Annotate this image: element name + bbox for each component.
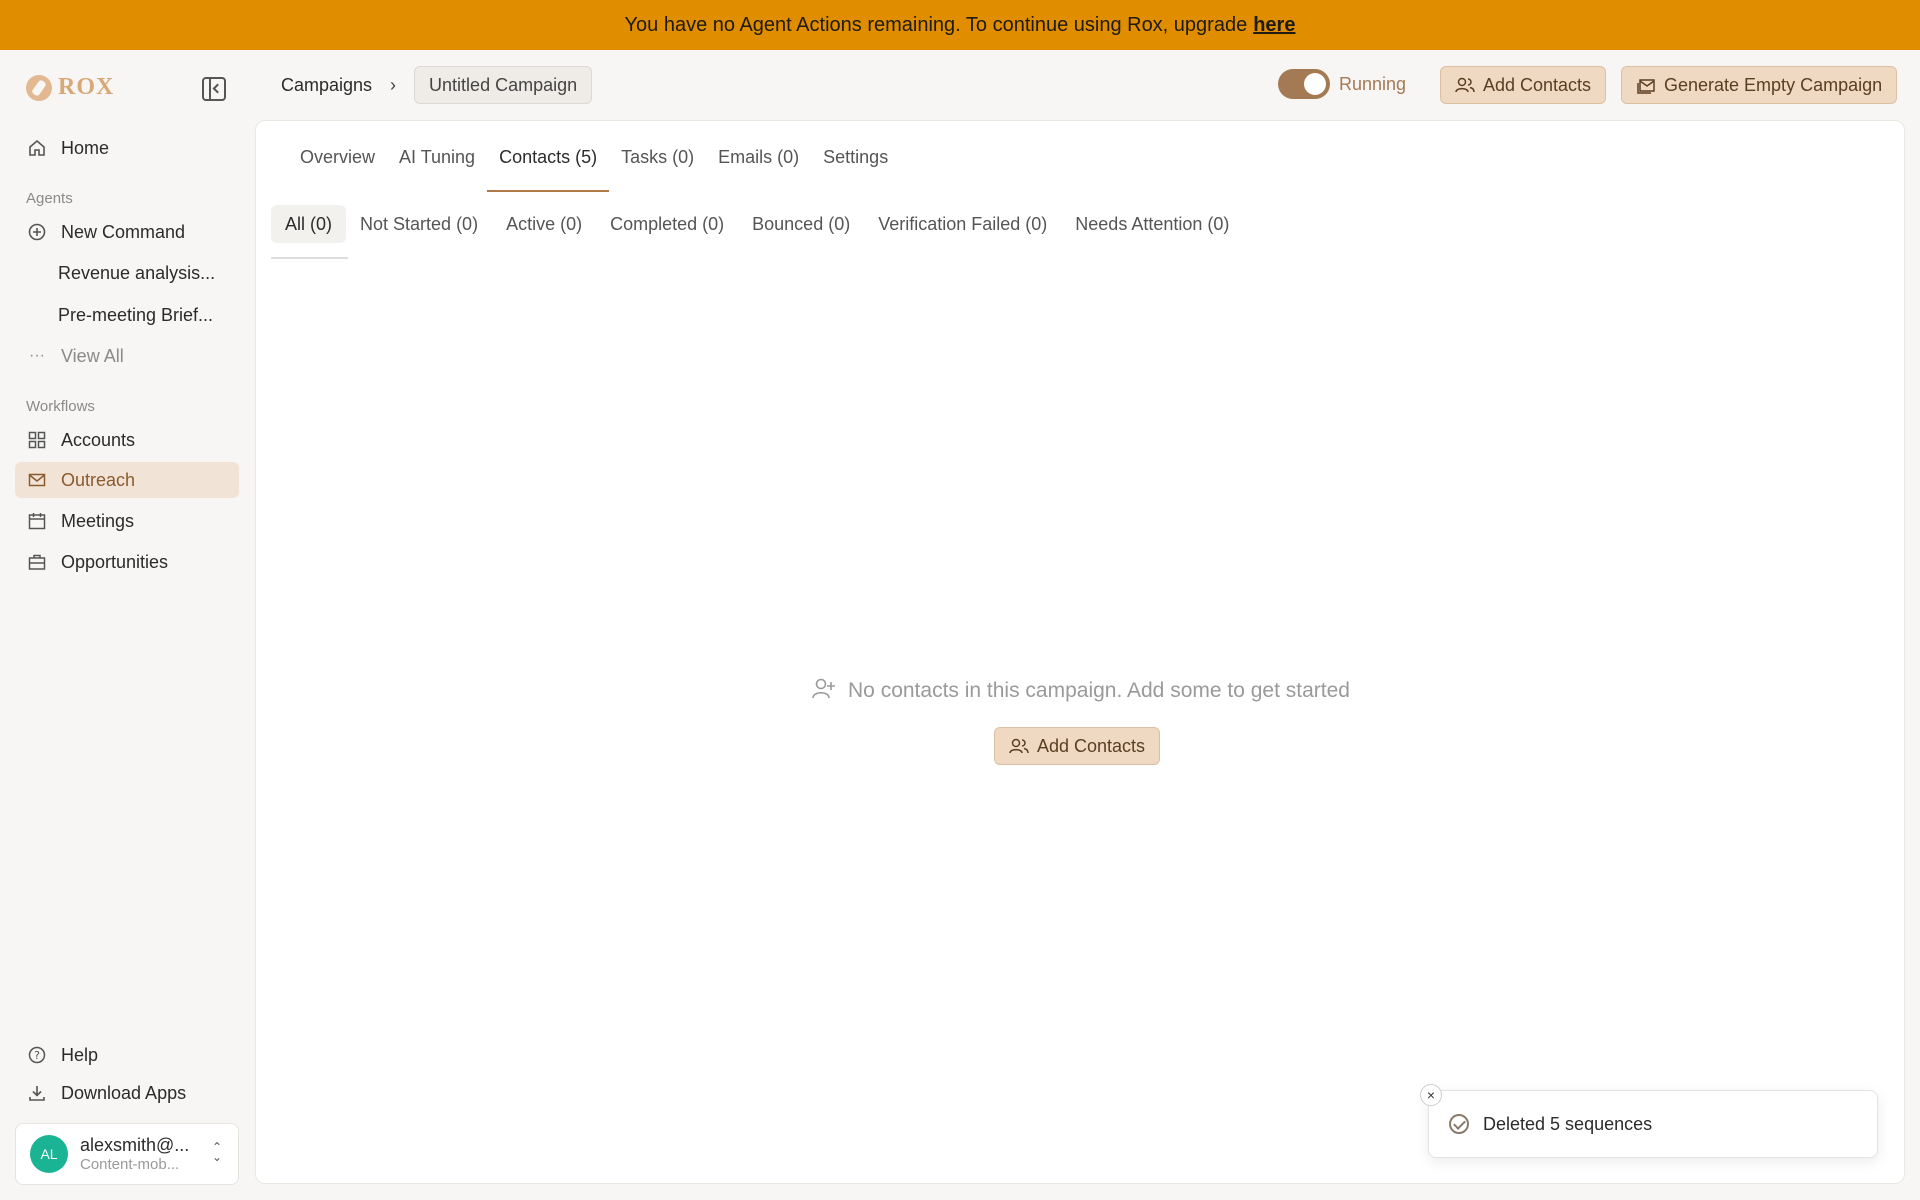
user-email: alexsmith@... xyxy=(80,1135,190,1156)
logo-text: ROX xyxy=(58,74,115,100)
grid-icon xyxy=(27,430,47,450)
sidebar-item-opportunities[interactable]: Opportunities xyxy=(15,544,239,580)
help-icon: ? xyxy=(27,1045,47,1065)
sidebar-item-label: Revenue analysis... xyxy=(58,262,216,283)
sidebar-item-meetings[interactable]: Meetings xyxy=(15,503,239,539)
generate-label: Generate Empty Campaign xyxy=(1664,74,1883,95)
user-info: alexsmith@... Content-mob... xyxy=(80,1135,189,1173)
sidebar-item-recent-brief[interactable]: Pre-meeting Brief... xyxy=(15,297,239,333)
sidebar-item-download[interactable]: Download Apps xyxy=(15,1075,239,1111)
tab-overview[interactable]: Overview xyxy=(288,147,387,183)
sidebar-item-view-all[interactable]: ··· View All xyxy=(15,338,239,374)
sidebar-item-label: Download Apps xyxy=(61,1082,187,1103)
filter-not-started[interactable]: Not Started (0) xyxy=(346,205,492,243)
add-contacts-label: Add Contacts xyxy=(1483,74,1592,95)
rox-logo-icon xyxy=(26,74,52,101)
sidebar-item-label: View All xyxy=(61,345,124,366)
filter-verification-failed[interactable]: Verification Failed (0) xyxy=(864,205,1061,243)
filter-needs-attention[interactable]: Needs Attention (0) xyxy=(1061,205,1243,243)
collapse-sidebar-icon[interactable] xyxy=(202,77,226,101)
filter-completed[interactable]: Completed (0) xyxy=(596,205,738,243)
main-panel: Overview AI Tuning Contacts (5) Tasks (0… xyxy=(255,120,1905,1184)
running-toggle[interactable] xyxy=(1278,69,1330,99)
campaign-tabs: Overview AI Tuning Contacts (5) Tasks (0… xyxy=(288,147,900,192)
filter-active[interactable]: Active (0) xyxy=(492,205,596,243)
filter-all[interactable]: All (0) xyxy=(271,205,347,243)
home-icon xyxy=(27,138,47,158)
upgrade-link[interactable]: here xyxy=(1253,14,1295,37)
toast-message: Deleted 5 sequences xyxy=(1483,1113,1653,1134)
breadcrumb: Campaigns › Untitled Campaign xyxy=(281,66,593,104)
banner-text: You have no Agent Actions remaining. To … xyxy=(624,13,1248,36)
close-icon[interactable]: × xyxy=(1420,1084,1442,1106)
add-user-icon xyxy=(812,677,836,705)
sidebar: ROX Home Agents New Command Revenue anal… xyxy=(0,50,254,1200)
sidebar-item-label: Opportunities xyxy=(61,551,169,572)
sidebar-item-help[interactable]: ? Help xyxy=(15,1037,239,1073)
generate-empty-campaign-button[interactable]: Generate Empty Campaign xyxy=(1621,66,1898,104)
sidebar-item-label: Help xyxy=(61,1044,99,1065)
mail-stack-icon xyxy=(1636,76,1656,94)
empty-state-message: No contacts in this campaign. Add some t… xyxy=(848,679,1350,702)
toast-notification: Deleted 5 sequences xyxy=(1428,1090,1878,1158)
calendar-icon xyxy=(27,511,47,531)
download-icon xyxy=(27,1083,47,1103)
sidebar-item-label: Meetings xyxy=(61,510,135,531)
add-contacts-label: Add Contacts xyxy=(1037,735,1146,756)
chevron-right-icon: › xyxy=(390,74,397,95)
sidebar-item-label: Outreach xyxy=(61,469,136,490)
tab-ai-tuning[interactable]: AI Tuning xyxy=(387,147,487,183)
tab-contacts[interactable]: Contacts (5) xyxy=(487,147,610,192)
plus-circle-icon xyxy=(27,222,47,242)
filter-underline xyxy=(271,257,348,259)
sidebar-item-label: New Command xyxy=(61,221,186,242)
filter-bounced[interactable]: Bounced (0) xyxy=(738,205,864,243)
mail-icon xyxy=(27,470,47,490)
briefcase-icon xyxy=(27,552,47,572)
users-icon xyxy=(1455,76,1475,94)
workflows-section-label: Workflows xyxy=(26,398,95,415)
agents-section-label: Agents xyxy=(26,190,73,207)
sidebar-item-home[interactable]: Home xyxy=(15,130,239,166)
empty-add-contacts-button[interactable]: Add Contacts xyxy=(994,727,1161,765)
sidebar-item-label: Pre-meeting Brief... xyxy=(58,304,214,325)
add-contacts-button[interactable]: Add Contacts xyxy=(1440,66,1607,104)
check-circle-icon xyxy=(1449,1114,1469,1134)
user-org: Content-mob... xyxy=(80,1155,180,1173)
sidebar-item-new-command[interactable]: New Command xyxy=(15,214,239,250)
breadcrumb-campaigns[interactable]: Campaigns xyxy=(281,75,372,96)
campaign-name-field[interactable]: Untitled Campaign xyxy=(414,66,593,104)
chevron-up-down-icon: ⌃ ⌄ xyxy=(211,1140,222,1164)
tab-tasks[interactable]: Tasks (0) xyxy=(609,147,706,183)
status-label: Running xyxy=(1339,74,1407,94)
avatar: AL xyxy=(30,1135,68,1173)
upgrade-banner: You have no Agent Actions remaining. To … xyxy=(0,0,1920,50)
sidebar-item-label: Home xyxy=(61,137,110,158)
svg-text:?: ? xyxy=(34,1049,40,1062)
sidebar-item-outreach[interactable]: Outreach xyxy=(15,462,239,498)
sidebar-item-accounts[interactable]: Accounts xyxy=(15,422,239,458)
empty-state: No contacts in this campaign. Add some t… xyxy=(256,677,1906,705)
tab-settings[interactable]: Settings xyxy=(811,147,900,183)
contact-status-filters: All (0) Not Started (0) Active (0) Compl… xyxy=(271,205,1243,243)
users-icon xyxy=(1009,737,1029,755)
more-icon: ··· xyxy=(29,347,45,364)
sidebar-item-label: Accounts xyxy=(61,429,136,450)
tab-emails[interactable]: Emails (0) xyxy=(706,147,811,183)
user-account-switcher[interactable]: AL alexsmith@... Content-mob... ⌃ ⌄ xyxy=(15,1123,239,1185)
logo[interactable]: ROX xyxy=(26,74,114,101)
sidebar-item-recent-revenue[interactable]: Revenue analysis... xyxy=(15,255,239,291)
